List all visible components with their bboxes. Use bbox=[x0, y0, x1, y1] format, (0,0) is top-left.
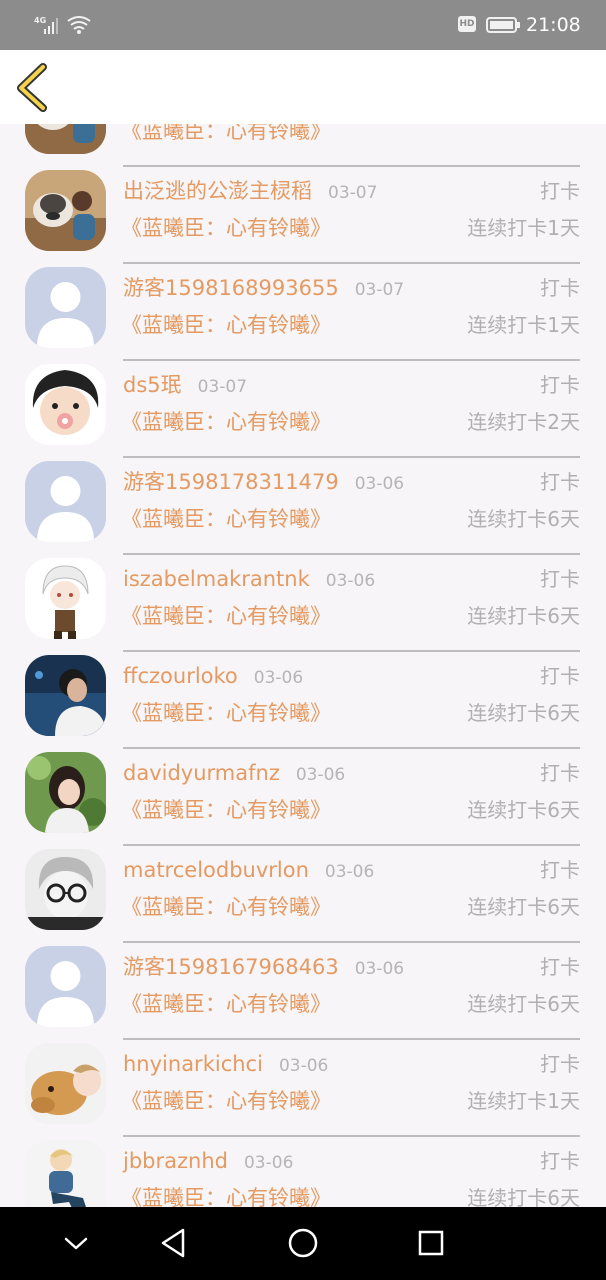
streak-label: 连续打卡1天 bbox=[467, 216, 580, 240]
book-title: 《蓝曦臣：心有铃曦》 bbox=[121, 895, 331, 919]
user-name[interactable]: 游客1598167968463 03-06 bbox=[123, 953, 404, 983]
book-title: 《蓝曦臣：心有铃曦》 bbox=[121, 604, 331, 628]
streak-label: 连续打卡6天 bbox=[467, 604, 580, 628]
checkin-row[interactable]: jbbraznhd 03-06 打卡《蓝曦臣：心有铃曦》 连续打卡6天 bbox=[0, 1123, 606, 1207]
avatar[interactable] bbox=[25, 170, 106, 251]
avatar[interactable] bbox=[25, 1140, 106, 1207]
back-button[interactable] bbox=[12, 62, 56, 112]
book-title: 《蓝曦臣：心有铃曦》 bbox=[121, 798, 331, 822]
streak-label: 连续打卡6天 bbox=[467, 895, 580, 919]
checkin-action-label: 打卡 bbox=[540, 373, 580, 397]
user-name[interactable]: 出泛逃的公澎主棂稻 03-07 bbox=[123, 177, 377, 207]
checkin-action-label: 打卡 bbox=[540, 664, 580, 688]
checkin-action-label: 打卡 bbox=[540, 1052, 580, 1076]
system-nav-bar bbox=[0, 1207, 606, 1280]
checkin-row[interactable]: 出泛逃的公澎主棂稻 03-07 打卡《蓝曦臣：心有铃曦》 连续打卡1天 bbox=[0, 153, 606, 264]
avatar[interactable] bbox=[25, 558, 106, 639]
checkin-date: 03-06 bbox=[243, 1153, 294, 1173]
user-name[interactable]: 游客1598178311479 03-06 bbox=[123, 468, 404, 498]
user-name[interactable]: ffczourloko 03-06 bbox=[123, 662, 303, 692]
checkin-action-label: 打卡 bbox=[540, 955, 580, 979]
streak-label: 连续打卡1天 bbox=[467, 313, 580, 337]
user-name[interactable]: davidyurmafnz 03-06 bbox=[123, 759, 345, 789]
checkin-row[interactable]: 游客1598178311479 03-06 打卡《蓝曦臣：心有铃曦》 连续打卡6天 bbox=[0, 444, 606, 555]
book-title: 《蓝曦臣：心有铃曦》 bbox=[121, 992, 331, 1016]
battery-icon bbox=[486, 16, 522, 38]
checkin-action-label: 打卡 bbox=[540, 858, 580, 882]
book-title: 《蓝曦臣：心有铃曦》 bbox=[121, 1186, 331, 1207]
checkin-date: 03-07 bbox=[354, 280, 405, 300]
checkin-row[interactable]: 《蓝曦臣：心有铃曦》 bbox=[0, 124, 606, 167]
book-title: 《蓝曦臣：心有铃曦》 bbox=[121, 701, 331, 725]
streak-label: 连续打卡6天 bbox=[467, 992, 580, 1016]
checkin-action-label: 打卡 bbox=[540, 179, 580, 203]
checkin-date: 03-06 bbox=[354, 959, 405, 979]
checkin-date: 03-06 bbox=[324, 862, 375, 882]
book-title: 《蓝曦臣：心有铃曦》 bbox=[121, 1089, 331, 1113]
avatar[interactable] bbox=[25, 364, 106, 445]
checkin-row[interactable]: iszabelmakrantnk 03-06 打卡《蓝曦臣：心有铃曦》 连续打卡6天 bbox=[0, 541, 606, 652]
title-bar bbox=[0, 50, 606, 124]
checkin-action-label: 打卡 bbox=[540, 567, 580, 591]
avatar[interactable] bbox=[25, 267, 106, 348]
checkin-row[interactable]: 游客1598167968463 03-06 打卡《蓝曦臣：心有铃曦》 连续打卡6天 bbox=[0, 929, 606, 1040]
checkin-row[interactable]: davidyurmafnz 03-06 打卡《蓝曦臣：心有铃曦》 连续打卡6天 bbox=[0, 735, 606, 846]
book-title: 《蓝曦臣：心有铃曦》 bbox=[121, 313, 331, 337]
chevron-down-icon[interactable] bbox=[56, 1223, 96, 1263]
checkin-action-label: 打卡 bbox=[540, 276, 580, 300]
user-name[interactable]: iszabelmakrantnk 03-06 bbox=[123, 565, 375, 595]
streak-label: 连续打卡6天 bbox=[467, 1186, 580, 1207]
avatar[interactable] bbox=[25, 655, 106, 736]
streak-label: 连续打卡6天 bbox=[467, 798, 580, 822]
streak-label: 连续打卡6天 bbox=[467, 507, 580, 531]
user-name[interactable]: hnyinarkichci 03-06 bbox=[123, 1050, 328, 1080]
signal-icon: 4G bbox=[34, 14, 94, 40]
book-title: 《蓝曦臣：心有铃曦》 bbox=[121, 124, 331, 143]
checkin-action-label: 打卡 bbox=[540, 470, 580, 494]
checkin-date: 03-06 bbox=[253, 668, 304, 688]
avatar[interactable] bbox=[25, 752, 106, 833]
streak-label: 连续打卡2天 bbox=[467, 410, 580, 434]
checkin-row[interactable]: 游客1598168993655 03-07 打卡《蓝曦臣：心有铃曦》 连续打卡1天 bbox=[0, 250, 606, 361]
checkin-row[interactable]: matrcelodbuvrlon 03-06 打卡《蓝曦臣：心有铃曦》 连续打卡6天 bbox=[0, 832, 606, 943]
checkin-date: 03-06 bbox=[295, 765, 346, 785]
book-title: 《蓝曦臣：心有铃曦》 bbox=[121, 216, 331, 240]
avatar[interactable] bbox=[25, 124, 106, 154]
home-circle-icon[interactable] bbox=[283, 1223, 323, 1263]
checkin-row[interactable]: ds5珉 03-07 打卡《蓝曦臣：心有铃曦》 连续打卡2天 bbox=[0, 347, 606, 458]
svg-text:4G: 4G bbox=[34, 16, 46, 25]
user-name[interactable]: matrcelodbuvrlon 03-06 bbox=[123, 856, 374, 886]
avatar[interactable] bbox=[25, 1043, 106, 1124]
back-triangle-icon[interactable] bbox=[154, 1223, 194, 1263]
checkin-date: 03-06 bbox=[354, 474, 405, 494]
checkin-date: 03-07 bbox=[197, 377, 248, 397]
checkin-row[interactable]: hnyinarkichci 03-06 打卡《蓝曦臣：心有铃曦》 连续打卡1天 bbox=[0, 1026, 606, 1137]
avatar[interactable] bbox=[25, 946, 106, 1027]
checkin-date: 03-07 bbox=[328, 183, 378, 203]
checkin-list[interactable]: 《蓝曦臣：心有铃曦》 出泛逃的公澎主棂稻 03-07 打卡 《蓝曦臣：心有铃曦》 连续打卡… bbox=[0, 124, 606, 1207]
user-name[interactable]: 游客1598168993655 03-07 bbox=[123, 274, 404, 304]
checkin-date: 03-06 bbox=[278, 1056, 329, 1076]
checkin-action-label: 打卡 bbox=[540, 1149, 580, 1173]
book-title: 《蓝曦臣：心有铃曦》 bbox=[121, 507, 331, 531]
status-bar: 4G HD 21:08 bbox=[0, 0, 606, 50]
checkin-action-label: 打卡 bbox=[540, 761, 580, 785]
user-name[interactable]: jbbraznhd 03-06 bbox=[123, 1147, 293, 1177]
recents-square-icon[interactable] bbox=[411, 1223, 451, 1263]
streak-label: 连续打卡6天 bbox=[467, 701, 580, 725]
streak-label: 连续打卡1天 bbox=[467, 1089, 580, 1113]
avatar[interactable] bbox=[25, 461, 106, 542]
checkin-date: 03-06 bbox=[325, 571, 376, 591]
hd-badge: HD bbox=[458, 16, 476, 32]
book-title: 《蓝曦臣：心有铃曦》 bbox=[121, 410, 331, 434]
chevron-left-icon bbox=[17, 63, 47, 112]
user-name[interactable]: ds5珉 03-07 bbox=[123, 371, 247, 401]
avatar[interactable] bbox=[25, 849, 106, 930]
clock: 21:08 bbox=[526, 14, 581, 36]
checkin-row[interactable]: ffczourloko 03-06 打卡《蓝曦臣：心有铃曦》 连续打卡6天 bbox=[0, 638, 606, 749]
